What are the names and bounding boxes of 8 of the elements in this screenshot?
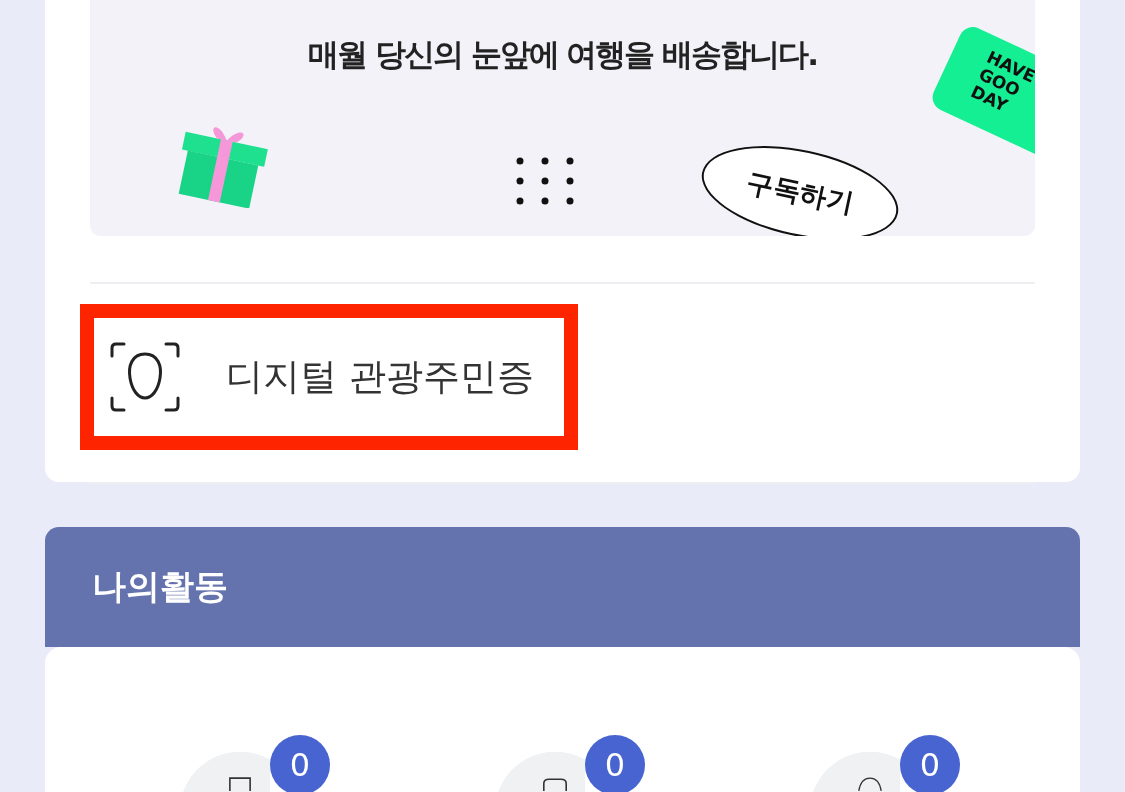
section-title: 나의활동: [92, 565, 228, 608]
banner-headline: 매월 당신의 눈앞에 여행을 배송합니다.: [308, 35, 817, 74]
count-badge: 0: [585, 735, 645, 792]
count-badge: 0: [900, 735, 960, 792]
count-badge: 0: [270, 735, 330, 792]
face-scan-icon: [110, 342, 180, 412]
dots-icon: [515, 156, 575, 206]
menu-item[interactable]: 디지털 관광주민증: [80, 304, 578, 450]
